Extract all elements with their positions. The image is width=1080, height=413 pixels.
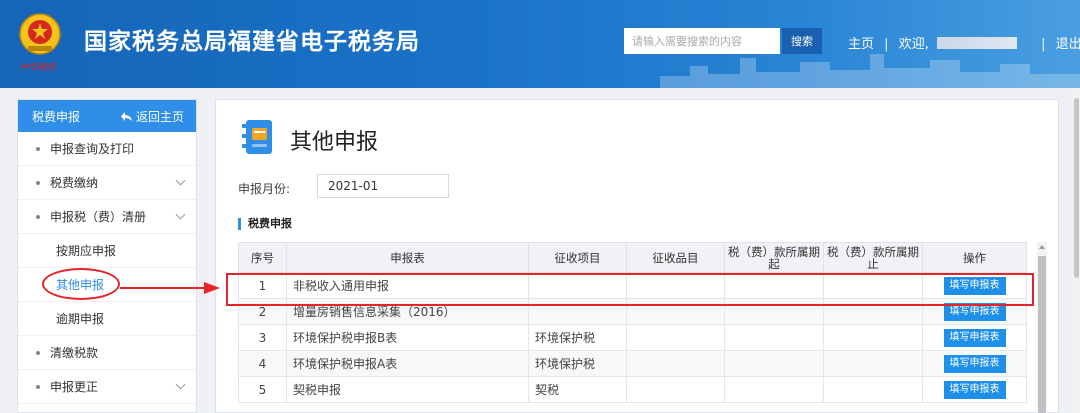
table-row: 3 环境保护税申报B表 环境保护税 填写申报表 [238, 324, 1027, 351]
column-header: 征收品目 [626, 242, 725, 273]
annotation-arrow-icon [120, 282, 220, 294]
fill-form-button[interactable]: 填写申报表 [943, 380, 1006, 399]
row-number: 4 [238, 350, 287, 377]
sidebar-item-correction[interactable]: 申报更正 [18, 370, 196, 404]
back-home-button[interactable]: 返回主页 [120, 108, 184, 125]
column-header: 申报表 [286, 242, 529, 273]
column-header: 序号 [238, 242, 287, 273]
chevron-down-icon [175, 209, 186, 220]
period-start [724, 376, 824, 403]
sidebar-header: 税费申报 返回主页 [18, 100, 196, 132]
back-arrow-icon [120, 111, 132, 121]
annotation-highlight-box [226, 273, 1034, 306]
period-end [823, 350, 923, 377]
page-scrollbar[interactable] [1073, 88, 1080, 413]
sidebar-item-label: 申报查询及打印 [50, 142, 135, 156]
column-header: 税（费）款所属期起 [724, 242, 824, 273]
welcome-text: 欢迎, [898, 37, 929, 52]
period-start [724, 350, 824, 377]
form-name: 契税申报 [286, 376, 529, 403]
bullet-dot-icon [36, 146, 40, 151]
home-link[interactable]: 主页 [848, 33, 874, 52]
action-cell: 填写申报表 [922, 324, 1027, 351]
table-scrollbar[interactable] [1037, 242, 1047, 413]
scrollbar-thumb[interactable] [1038, 256, 1046, 413]
logout-link[interactable]: 退出 [1056, 33, 1080, 52]
form-name: 环境保护税申报B表 [286, 324, 529, 351]
action-cell: 填写申报表 [922, 350, 1027, 377]
collection-subitem [626, 376, 725, 403]
top-nav: 主页 | 欢迎, | 退出 [848, 33, 1080, 52]
sidebar-subitem-periodic[interactable]: 按期应申报 [18, 234, 196, 268]
sidebar-item-label: 申报税（费）清册 [50, 210, 147, 224]
sidebar-item-declaration-query[interactable]: 申报查询及打印 [18, 132, 196, 166]
sidebar-subitem-overdue[interactable]: 逾期申报 [18, 302, 196, 336]
collection-subitem [626, 350, 725, 377]
column-header: 操作 [922, 242, 1027, 273]
tax-emblem-icon [19, 13, 61, 55]
section-title: 税费申报 [238, 218, 292, 230]
table-row: 4 环境保护税申报A表 环境保护税 填写申报表 [238, 350, 1027, 377]
declaration-book-icon [242, 120, 272, 154]
top-header: 中华税务 国家税务总局福建省电子税务局 搜索 主页 | 欢迎, | 退出 [0, 0, 1080, 88]
column-header: 征收项目 [528, 242, 627, 273]
city-skyline-decoration [660, 54, 1080, 88]
chevron-down-icon [175, 175, 186, 186]
chevron-down-icon [175, 379, 186, 390]
fill-form-button[interactable]: 填写申报表 [943, 354, 1006, 373]
search-button[interactable]: 搜索 [782, 28, 822, 54]
nav-separator: | [884, 37, 889, 52]
collection-item: 环境保护税 [528, 350, 627, 377]
table-header-row: 序号 申报表 征收项目 征收品目 税（费）款所属期起 税（费）款所属期止 操作 [238, 242, 1027, 273]
form-name: 环境保护税申报A表 [286, 350, 529, 377]
month-label: 申报月份: [238, 182, 291, 196]
site-title: 国家税务总局福建省电子税务局 [84, 29, 420, 55]
sidebar-item-clear-tax[interactable]: 清缴税款 [18, 336, 196, 370]
sidebar-item-declaration-list[interactable]: 申报税（费）清册 [18, 200, 196, 234]
search-input[interactable] [624, 28, 780, 54]
page-title: 其他申报 [290, 130, 379, 155]
sidebar-item-tax-payment[interactable]: 税费缴纳 [18, 166, 196, 200]
sidebar: 税费申报 返回主页 申报查询及打印 税费缴纳 申报税（费）清册 按期应申报 其他… [17, 99, 197, 413]
back-home-label: 返回主页 [135, 109, 184, 124]
row-number: 3 [238, 324, 287, 351]
emblem-signature: 中华税务 [20, 63, 57, 73]
main-panel: 其他申报 申报月份: 税费申报 序号 申报表 征收项目 征收品目 税（费）款所属… [215, 99, 1059, 413]
annotation-ellipse [42, 268, 120, 300]
nav-separator: | [1041, 37, 1046, 52]
declaration-table: 序号 申报表 征收项目 征收品目 税（费）款所属期起 税（费）款所属期止 操作 … [238, 242, 1027, 403]
row-number: 5 [238, 376, 287, 403]
collection-item: 环境保护税 [528, 324, 627, 351]
username-masked [936, 37, 1017, 49]
table-row: 5 契税申报 契税 填写申报表 [238, 376, 1027, 403]
period-end [823, 324, 923, 351]
bullet-dot-icon [36, 180, 40, 185]
sidebar-item-label: 税费缴纳 [50, 176, 99, 190]
collection-item: 契税 [528, 376, 627, 403]
scroll-up-icon[interactable] [1039, 245, 1045, 249]
bullet-dot-icon [36, 214, 40, 219]
sidebar-item-label: 申报更正 [50, 380, 99, 394]
period-end [823, 376, 923, 403]
month-field[interactable] [317, 174, 449, 198]
fill-form-button[interactable]: 填写申报表 [943, 328, 1006, 347]
column-header: 税（费）款所属期止 [823, 242, 923, 273]
period-start [724, 324, 824, 351]
bullet-dot-icon [36, 384, 40, 389]
sidebar-item-label: 清缴税款 [50, 346, 99, 360]
bullet-dot-icon [36, 350, 40, 355]
page-scrollbar-thumb[interactable] [1074, 98, 1079, 278]
action-cell: 填写申报表 [922, 376, 1027, 403]
collection-subitem [626, 324, 725, 351]
sidebar-title: 税费申报 [32, 109, 81, 124]
